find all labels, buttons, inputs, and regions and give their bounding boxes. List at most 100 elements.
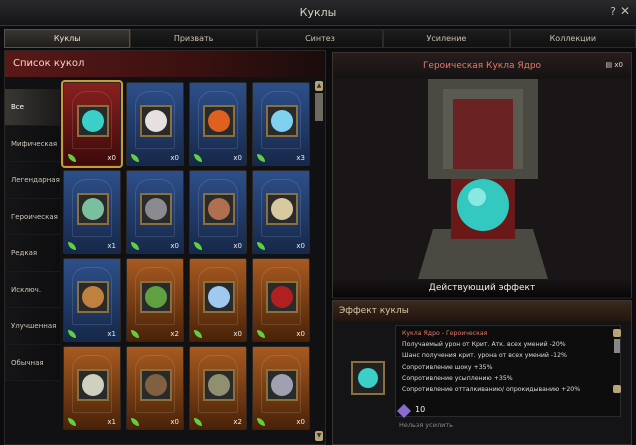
doll-card[interactable]: x0 (189, 258, 247, 342)
tab-dolls[interactable]: Куклы (4, 29, 131, 48)
doll-count: x0 (296, 418, 305, 426)
doll-portrait (203, 193, 235, 225)
leaf-icon (257, 154, 265, 162)
doll-count: x1 (107, 242, 116, 250)
doll-card[interactable]: x0 (252, 258, 310, 342)
leaf-icon (131, 242, 139, 250)
doll-card[interactable]: x1 (63, 346, 121, 430)
scroll-up-icon[interactable]: ▲ (315, 81, 323, 91)
doll-count: x2 (170, 330, 179, 338)
doll-card[interactable]: x3 (252, 82, 310, 166)
doll-card[interactable]: x0 (126, 346, 184, 430)
effect-scroll-thumb[interactable] (614, 339, 620, 353)
doll-portrait (140, 193, 172, 225)
doll-portrait (140, 105, 172, 137)
category-list: Все Мифическая Легендарная Героическая Р… (5, 89, 60, 381)
doll-list-header: Список кукол (5, 51, 325, 77)
doll-count: x1 (107, 418, 116, 426)
doll-count: x2 (233, 418, 242, 426)
enhance-status: Нельзя усилить (399, 421, 453, 429)
doll-card[interactable]: x2 (189, 346, 247, 430)
doll-portrait (77, 281, 109, 313)
doll-portrait-image (145, 286, 167, 308)
effect-line: Сопротивление усыплению +35% (402, 374, 513, 382)
effect-level: 10 (415, 405, 426, 414)
doll-portrait-image (271, 374, 293, 396)
doll-count: x0 (170, 154, 179, 162)
doll-card[interactable]: x0 (252, 346, 310, 430)
doll-portrait-image (208, 198, 230, 220)
category-heroic[interactable]: Героическая (5, 198, 60, 235)
effect-scrollbar[interactable] (613, 329, 621, 393)
leaf-icon (131, 418, 139, 426)
doll-portrait (203, 105, 235, 137)
category-mythic[interactable]: Мифическая (5, 125, 60, 162)
tab-bar: Куклы Призвать Синтез Усиление Коллекции (4, 29, 636, 48)
category-legendary[interactable]: Легендарная (5, 162, 60, 199)
leaf-icon (131, 330, 139, 338)
doll-count: x0 (170, 242, 179, 250)
doll-count: x0 (233, 242, 242, 250)
effect-scroll-up-icon[interactable] (613, 329, 621, 337)
category-exclusive[interactable]: Исключ. (5, 271, 60, 308)
doll-card[interactable]: x1 (63, 258, 121, 342)
doll-portrait-image (82, 198, 104, 220)
scroll-thumb[interactable] (315, 93, 323, 121)
category-all[interactable]: Все (5, 89, 60, 126)
doll-effect-name: Кукла Ядро - Героическая (402, 330, 488, 337)
effect-level-row: 10 (395, 401, 621, 421)
tab-synthesis[interactable]: Синтез (256, 29, 384, 48)
doll-preview-panel: Героическая Кукла Ядро ▤ x0 ⌕ Действующи… (332, 52, 632, 299)
leaf-icon (257, 418, 265, 426)
doll-stack-value: x0 (614, 61, 623, 69)
window-titlebar: Куклы ? ✕ (0, 0, 636, 26)
doll-count: x3 (296, 154, 305, 162)
doll-card[interactable]: x0 (126, 82, 184, 166)
leaf-icon (68, 242, 76, 250)
doll-effect-panel: Эффект куклы Кукла Ядро - Героическая По… (332, 300, 632, 445)
doll-card[interactable]: x0 (189, 82, 247, 166)
leaf-icon (194, 154, 202, 162)
tab-collections[interactable]: Коллекции (509, 29, 636, 48)
doll-card[interactable]: x0 (252, 170, 310, 254)
doll-count: x0 (107, 154, 116, 162)
doll-card[interactable]: x0 (61, 80, 123, 168)
doll-portrait-image (145, 198, 167, 220)
doll-portrait (266, 369, 298, 401)
close-button[interactable]: ✕ (618, 4, 632, 18)
doll-portrait (203, 369, 235, 401)
doll-portrait-image (271, 110, 293, 132)
tab-summon[interactable]: Призвать (130, 29, 257, 48)
effect-line: Сопротивление отталкиванию/ опрокидывани… (402, 386, 581, 394)
scroll-down-icon[interactable]: ▼ (315, 431, 323, 441)
leaf-icon (68, 154, 76, 162)
doll-portrait (266, 105, 298, 137)
effect-scroll-down-icon[interactable] (613, 385, 621, 393)
tab-enhance[interactable]: Усиление (383, 29, 510, 48)
doll-portrait-image (145, 374, 167, 396)
category-common[interactable]: Обычная (5, 344, 60, 381)
doll-count: x0 (170, 418, 179, 426)
category-rare[interactable]: Редкая (5, 235, 60, 272)
doll-list-scrollbar[interactable]: ▲ ▼ (315, 81, 323, 441)
doll-card[interactable]: x0 (189, 170, 247, 254)
doll-portrait (77, 105, 109, 137)
category-improved[interactable]: Улучшенная (5, 308, 60, 345)
doll-count: x0 (296, 242, 305, 250)
leaf-icon (68, 330, 76, 338)
doll-portrait-image (208, 374, 230, 396)
doll-card[interactable]: x0 (126, 170, 184, 254)
doll-count: x0 (296, 330, 305, 338)
doll-card[interactable]: x2 (126, 258, 184, 342)
doll-card[interactable]: x1 (63, 170, 121, 254)
leaf-icon (194, 418, 202, 426)
doll-portrait-image (208, 110, 230, 132)
help-button[interactable]: ? (610, 5, 616, 18)
doll-effect-portrait (351, 361, 385, 395)
leaf-icon (194, 330, 202, 338)
doll-effect-title: Эффект куклы (333, 301, 631, 321)
doll-list-panel: Список кукол Все Мифическая Легендарная … (4, 50, 326, 445)
doll-list-title: Список кукол (13, 58, 85, 69)
doll-portrait (140, 281, 172, 313)
leaf-icon (194, 242, 202, 250)
